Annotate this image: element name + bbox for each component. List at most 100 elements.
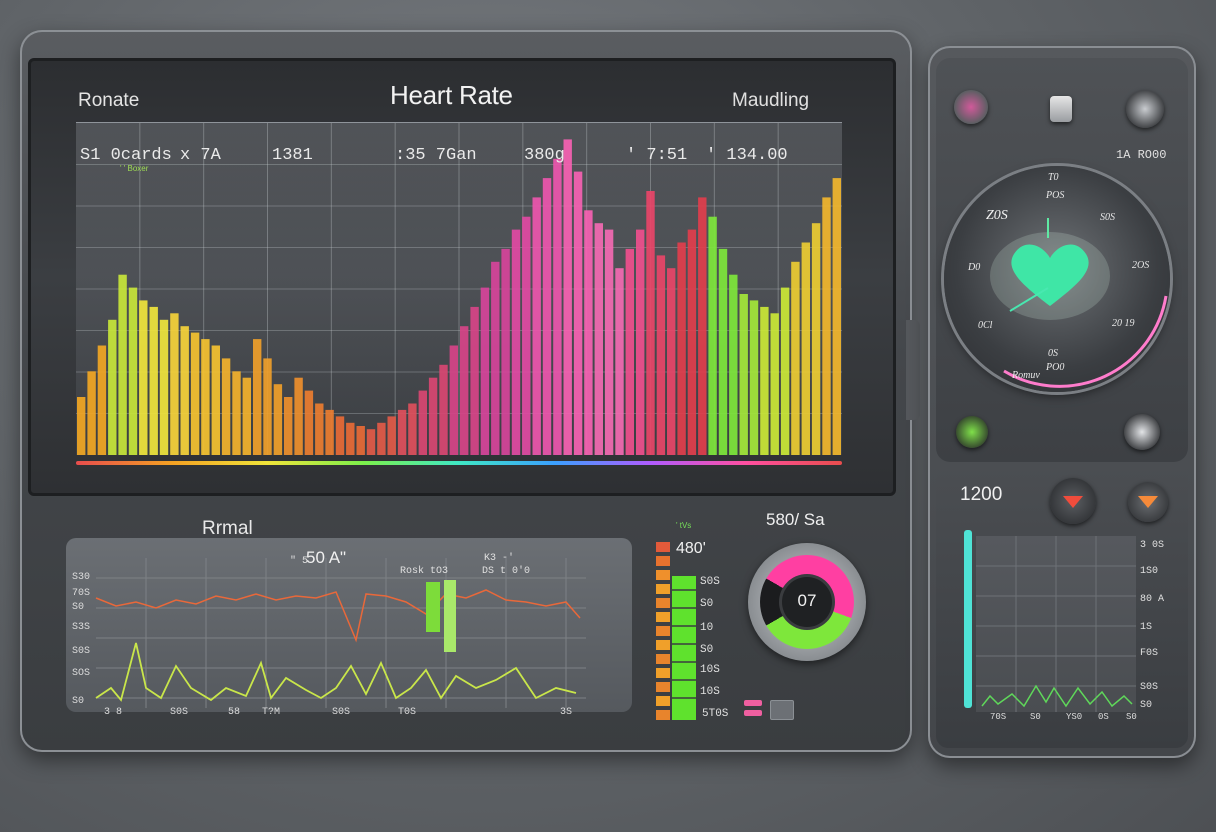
heart-rate-bar [749,300,759,455]
level-meter-right-column [672,576,696,720]
heart-rate-bar [97,345,107,455]
heart-rate-bar [501,248,510,455]
readout-7: ' 134.00 [706,146,788,165]
heart-rate-bar [811,223,821,455]
dial-label: POS [1046,190,1065,201]
heart-rate-bar [553,158,562,455]
ecg-ytick: SOS [72,668,91,679]
side-ytick: 1S [1140,622,1153,633]
heart-rate-bar [201,339,210,455]
heart-rate-bar [780,287,790,455]
alert-red-button[interactable] [1050,478,1096,524]
ecg-ytick: 70S [72,588,91,599]
heart-rate-bar [408,403,417,455]
heart-rate-bar [273,384,283,455]
dial-bottom-label: Romuv [1012,370,1040,381]
indicator-block [744,700,762,706]
heart-rate-bar [139,300,148,455]
gauge-value: 07 [797,591,817,610]
ecg-chart [95,558,586,708]
heart-rate-bar [667,268,676,455]
heart-rate-bar [573,171,583,455]
heart-rate-bar [118,274,127,455]
heart-rate-bar [491,261,500,455]
side-bottom-value: 1200 [960,484,1003,505]
side-xtick: YS0 [1066,712,1083,722]
heart-rate-bar [77,397,86,455]
level-meter [652,530,732,728]
heart-rate-bar [387,416,396,455]
heart-rate-bar [356,426,365,455]
heart-rate-bar [263,358,272,455]
side-code: 1A RO00 [1116,148,1167,162]
heart-rate-bar [801,242,810,455]
side-ytick: 3 0S [1140,540,1165,551]
heart-rate-bar [677,242,686,455]
power-switch[interactable] [1050,96,1072,122]
dial-label: S0S [1100,212,1115,223]
heart-rate-bar [108,319,117,455]
knob-bottom-right[interactable] [1124,414,1160,450]
heart-rate-bar [221,358,231,455]
heart-rate-bar [397,409,407,455]
readout-3: 1381 [272,146,313,165]
heart-rate-bar [770,313,779,455]
heart-rate-bar [87,371,96,455]
heart-rate-bar [511,229,521,455]
alert-orange-button[interactable] [1128,482,1168,522]
ecg-ytick: S0 [72,602,85,613]
ecg-small-1: " 5 [290,556,309,567]
heart-rate-bar [253,339,262,455]
dial-label: PO0 [1046,362,1065,373]
readout-2: x 7A [180,146,221,165]
heart-rate-bar-chart [76,123,842,455]
knob-top-right[interactable] [1126,90,1164,128]
ecg-mid-value: 50 A" [306,548,347,567]
readout-1: S1 0cards [80,146,172,165]
heart-rate-bar [418,390,427,455]
color-toggle-button[interactable] [954,90,988,124]
heart-rate-bar [604,229,614,455]
heart-rate-bar [460,326,469,455]
ecg-small-2: Rosk tO3 [400,566,449,577]
main-label-right: Maudling [732,90,810,111]
ecg-xtick: T?M [262,707,281,718]
heart-rate-bar [325,409,334,455]
heart-rate-bar [346,422,355,455]
level-label: 10 [700,622,714,634]
heart-rate-bar [542,178,552,455]
heart-rate-bar [480,287,490,455]
side-ytick: 80 A [1140,594,1165,605]
level-meter-left-column [656,542,670,720]
ecg-small-4: K3 -' [484,553,515,564]
heart-rate-bar [211,345,220,455]
level-label: 10S [700,686,720,698]
heart-rate-bar [242,377,251,455]
heart-rate-bar [594,223,603,455]
heart-rate-bar [522,216,531,455]
dial-big-value: Z0S [986,208,1008,223]
main-label-left: Ronate [78,90,140,111]
readout-6: ' 7:51 [626,146,688,165]
heart-rate-bar [439,364,448,455]
ecg-xtick: 3S [560,707,573,718]
green-button[interactable] [956,416,988,448]
heart-rate-bar [584,210,593,455]
ecg-trace-orange [95,589,581,643]
heart-rate-bar [284,397,293,455]
ecg-ytick: S0 [72,696,85,707]
side-xtick: 70S [990,712,1007,722]
ecg-highlight-bar [426,582,440,632]
heart-rate-bar [615,268,624,455]
side-graph [976,536,1136,712]
indicator-block [744,710,762,716]
indicator-icon [770,700,794,720]
ecg-xtick: S0S [170,707,189,718]
heart-rate-bar [822,197,831,455]
heart-rate-bar [377,422,386,455]
side-knob[interactable] [906,320,920,420]
heart-rate-bar [729,274,738,455]
ecg-small-3: DS t 0'0 [482,566,531,577]
heart-rate-bar [708,216,717,455]
ecg-xtick: 3 8 [104,707,123,718]
